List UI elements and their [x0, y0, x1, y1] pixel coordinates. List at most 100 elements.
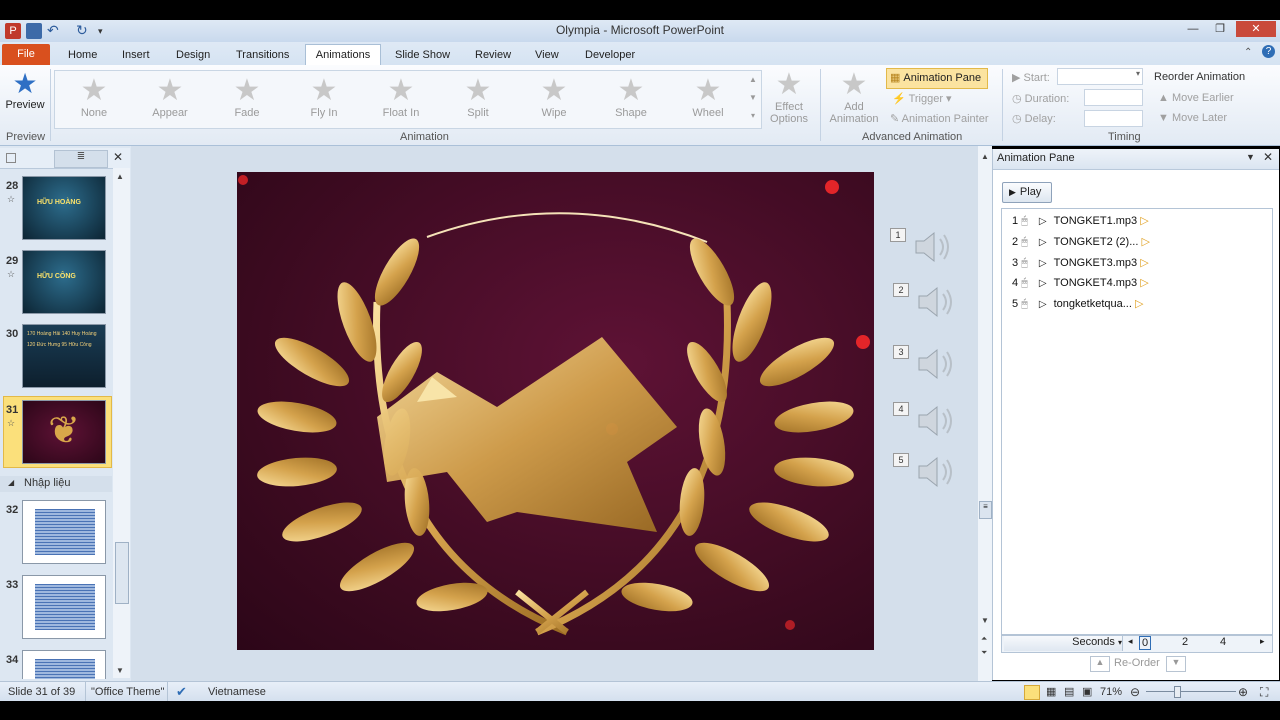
pane-options-icon[interactable]: ▼: [1246, 152, 1255, 162]
animation-none-button[interactable]: ★ None: [64, 74, 124, 120]
scroll-thumb[interactable]: [115, 542, 129, 604]
slides-tab-icon[interactable]: [6, 153, 16, 163]
tab-slide-show[interactable]: Slide Show: [391, 46, 454, 64]
star-icon: ★: [310, 74, 338, 107]
seconds-dropdown[interactable]: Seconds ▾: [1004, 636, 1123, 651]
zoom-out-icon[interactable]: ⊖: [1130, 685, 1140, 699]
animation-item-4[interactable]: 4 🖱 ▷ TONGKET4.mp3 ▷: [1012, 274, 1149, 292]
speaker-icon[interactable]: [910, 225, 954, 269]
duration-input[interactable]: [1084, 89, 1143, 106]
delay-input[interactable]: [1084, 110, 1143, 127]
tab-design[interactable]: Design: [172, 46, 214, 64]
previous-slide-icon[interactable]: ⏶: [981, 634, 987, 644]
move-earlier-button[interactable]: ▲ Move Earlier: [1158, 92, 1234, 104]
tab-developer[interactable]: Developer: [581, 46, 639, 64]
reading-view-icon[interactable]: ▤: [1064, 685, 1074, 698]
zoom-slider-track[interactable]: [1146, 691, 1236, 692]
section-header[interactable]: ◢ Nhập liệu: [0, 476, 112, 492]
language[interactable]: Vietnamese: [208, 686, 266, 698]
play-icon: ▶: [1009, 187, 1016, 197]
animation-pane-button[interactable]: ▦ Animation Pane: [886, 68, 988, 89]
slide-thumbnail-29[interactable]: HỮU CÔNG: [22, 250, 106, 314]
speaker-icon[interactable]: [913, 399, 957, 443]
animation-shape-button[interactable]: ★ Shape: [601, 75, 661, 120]
tab-insert[interactable]: Insert: [118, 46, 154, 64]
timeline-marker-icon: ▷: [1134, 298, 1144, 310]
item-name: TONGKET3.mp3: [1053, 257, 1138, 269]
preview-button[interactable]: ★ Preview: [4, 69, 46, 112]
close-pane-icon[interactable]: ✕: [113, 150, 123, 164]
play-button[interactable]: ▶ Play: [1002, 182, 1052, 203]
tab-transitions[interactable]: Transitions: [232, 46, 293, 64]
animation-item-2[interactable]: 2 🖱 ▷ TONGKET2 (2)... ▷: [1012, 233, 1150, 251]
editor-scroll-thumb[interactable]: ≡: [979, 501, 992, 519]
theme-name[interactable]: "Office Theme": [91, 686, 164, 698]
fit-to-window-icon[interactable]: ⛶: [1260, 685, 1268, 700]
normal-view-icon[interactable]: [1024, 685, 1040, 700]
reorder-down-icon[interactable]: ▼: [1166, 656, 1186, 672]
speaker-icon[interactable]: [913, 342, 957, 386]
clock-icon: ◷: [1012, 113, 1025, 125]
animation-item-3[interactable]: 3 🖱 ▷ TONGKET3.mp3 ▷: [1012, 254, 1149, 272]
clock-icon: ◷: [1012, 93, 1025, 105]
tab-file[interactable]: File: [2, 44, 50, 65]
add-animation-button[interactable]: ★ Add Animation: [824, 69, 884, 126]
start-dropdown[interactable]: ▾: [1057, 68, 1143, 85]
animation-wipe-button[interactable]: ★ Wipe: [524, 74, 584, 120]
minimize-ribbon-icon[interactable]: ⌃: [1244, 47, 1252, 58]
animation-split-button[interactable]: ★ Split: [448, 75, 508, 120]
slide-show-icon[interactable]: ▣: [1082, 685, 1092, 698]
animation-appear-button[interactable]: ★ Appear: [140, 75, 200, 120]
slide-thumbnail-32[interactable]: [22, 500, 106, 564]
slide-thumbnail-30[interactable]: 170 Hoàng Hải 140 Huy Hoàng 120 Đức Hưng…: [22, 324, 106, 388]
animation-wheel-button[interactable]: ★ Wheel: [678, 75, 738, 120]
animation-fly-in-button[interactable]: ★ Fly In: [294, 74, 354, 120]
slides-scrollbar[interactable]: ▲ ▼: [113, 168, 130, 678]
help-icon[interactable]: ?: [1262, 45, 1275, 58]
slide-sorter-icon[interactable]: ▦: [1046, 685, 1056, 698]
laurel-thumb-icon: ❦: [48, 410, 80, 452]
slide-thumbnail-34[interactable]: [22, 650, 106, 679]
animation-painter-button[interactable]: ✎ Animation Painter: [890, 112, 989, 125]
zoom-level[interactable]: 71%: [1100, 686, 1122, 698]
speaker-icon[interactable]: [913, 450, 957, 494]
zoom-slider-thumb[interactable]: [1174, 686, 1181, 698]
slide-thumbnail-28[interactable]: HỮU HOÀNG: [22, 176, 106, 240]
reorder-up-icon[interactable]: ▲: [1090, 656, 1110, 672]
slide-canvas[interactable]: [237, 172, 874, 650]
tab-view[interactable]: View: [531, 46, 563, 64]
close-window-button[interactable]: ✕: [1236, 21, 1276, 37]
animation-item-5[interactable]: 5 🖱 ▷ tongketketqua... ▷: [1012, 295, 1143, 313]
speaker-icon[interactable]: [913, 280, 957, 324]
timeline-left-icon[interactable]: ◂: [1128, 636, 1133, 647]
outline-tab-icon[interactable]: ≣: [54, 150, 108, 168]
animation-fade-button[interactable]: ★ Fade: [217, 75, 277, 120]
letterbox-bottom: [0, 701, 1280, 720]
next-slide-icon[interactable]: ⏷: [981, 648, 987, 658]
spell-check-icon[interactable]: ✔: [176, 684, 187, 700]
star-icon: ★: [775, 68, 803, 101]
animation-float-in-button[interactable]: ★ Float In: [371, 75, 431, 120]
animation-item-1[interactable]: 1 🖱 ▷ TONGKET1.mp3 ▷: [1012, 212, 1149, 230]
close-animation-pane-icon[interactable]: ✕: [1263, 150, 1273, 164]
slide-thumbnail-33[interactable]: [22, 575, 106, 639]
slide-thumbnail-31[interactable]: ❦: [22, 400, 106, 464]
animation-star-icon: ☆: [7, 194, 16, 204]
tab-home[interactable]: Home: [64, 46, 101, 64]
thumb-text-lines: [35, 584, 95, 630]
timeline-right-icon[interactable]: ▸: [1260, 636, 1265, 647]
editor-scrollbar[interactable]: ▲ ≡ ▼ ⏶ ⏷: [978, 146, 992, 681]
tab-review[interactable]: Review: [471, 46, 515, 64]
effect-options-button[interactable]: ★ Effect Options: [762, 68, 816, 126]
slide-number-32: 32: [6, 504, 19, 516]
star-icon: ★: [540, 74, 568, 107]
trigger-button[interactable]: ⚡ Trigger ▾: [892, 92, 952, 105]
gallery-scroll[interactable]: ▲ ▼ ▾: [748, 71, 758, 126]
zoom-in-icon[interactable]: ⊕: [1238, 685, 1248, 699]
move-later-button[interactable]: ▼ Move Later: [1158, 112, 1227, 124]
collapse-section-icon: ◢: [8, 478, 15, 487]
tab-animations[interactable]: Animations: [305, 44, 381, 66]
star-icon: ★: [80, 74, 108, 107]
restore-button[interactable]: ❐: [1207, 21, 1233, 37]
minimize-button[interactable]: —: [1180, 21, 1206, 37]
